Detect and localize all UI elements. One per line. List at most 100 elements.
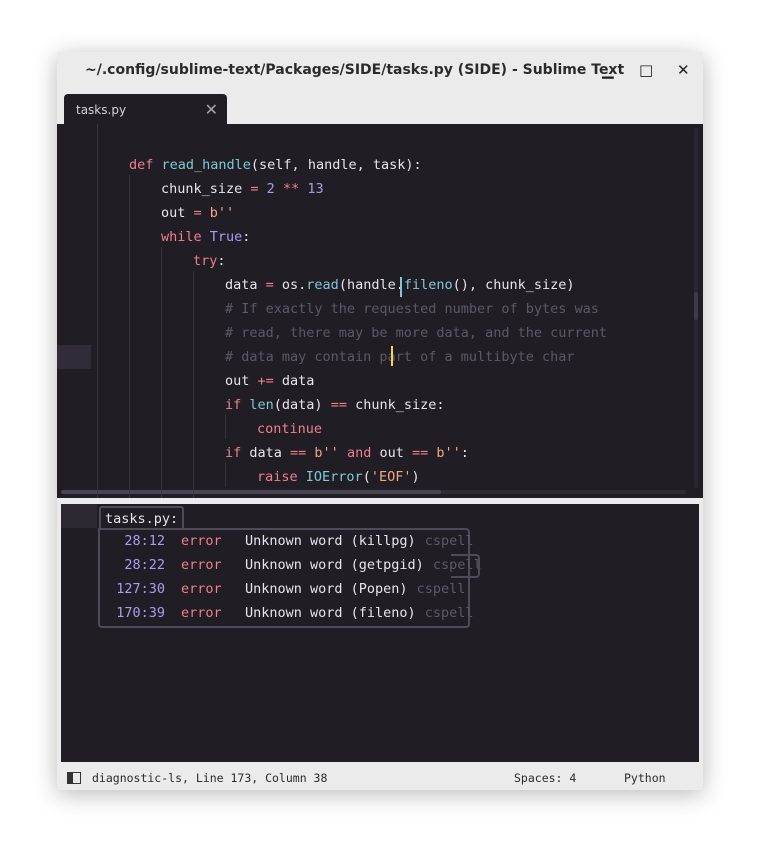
code-line[interactable]: # data may contain part of a multibyte c… <box>225 345 575 369</box>
code-token: IOError <box>305 469 363 485</box>
code-token: 13 <box>307 181 324 197</box>
code-token: os. <box>281 277 307 293</box>
code-token: : <box>242 229 251 245</box>
maximize-icon[interactable]: □ <box>639 62 653 78</box>
tab-close-icon[interactable]: ✕ <box>205 100 218 119</box>
diagnostic-severity: error <box>181 581 222 597</box>
code-line[interactable]: chunk_size = 2 ** 13 <box>161 177 324 201</box>
window-title: ~/.config/sublime-text/Packages/SIDE/tas… <box>85 62 625 78</box>
code-line[interactable]: if len(data) == chunk_size: <box>225 393 444 417</box>
code-token: if <box>225 445 250 461</box>
current-line-gutter <box>57 345 91 369</box>
code-line[interactable]: if data == b'' and out == b'': <box>225 441 469 465</box>
code-token: chunk_size: <box>355 397 445 413</box>
code-token: : <box>217 253 226 269</box>
code-token: == <box>411 445 437 461</box>
status-indentation[interactable]: Spaces: 4 <box>514 771 576 785</box>
code-token: = <box>265 277 282 293</box>
code-token: # If exactly the requested number of byt… <box>225 301 599 317</box>
code-token: chunk_size <box>161 181 251 197</box>
code-token: # read, there may be more data, and the … <box>225 325 608 341</box>
code-line[interactable]: out = b'' <box>161 201 234 225</box>
minimize-icon[interactable]: ▁ <box>602 62 614 78</box>
vertical-scrollbar-thumb[interactable] <box>694 292 698 320</box>
status-syntax[interactable]: Python <box>624 771 666 785</box>
code-token: len <box>249 397 274 413</box>
diagnostic-location: 28:12 <box>124 533 165 549</box>
title-bar[interactable]: ~/.config/sublime-text/Packages/SIDE/tas… <box>57 52 703 92</box>
code-line[interactable]: continue <box>257 417 322 441</box>
indent-guide <box>225 463 226 487</box>
indent-guide <box>97 124 98 498</box>
code-token: fileno <box>403 277 453 293</box>
diagnostic-row[interactable]: 28:22 error Unknown word (getpgid) cspell <box>111 553 481 577</box>
code-editor[interactable]: def read_handle(self, handle, task): chun… <box>57 124 703 498</box>
code-line[interactable]: try: <box>193 249 226 273</box>
diagnostic-location: 170:39 <box>116 605 165 621</box>
code-token: data <box>249 445 291 461</box>
code-line[interactable]: raise IOError('EOF') <box>257 465 420 489</box>
diagnostic-location: 28:22 <box>124 557 165 573</box>
panel-gutter-highlight <box>61 504 97 528</box>
diagnostics-file-label[interactable]: tasks.py: <box>99 506 185 530</box>
app-window: ~/.config/sublime-text/Packages/SIDE/tas… <box>57 52 703 790</box>
tab-tasks-py[interactable]: tasks.py ✕ <box>64 94 227 126</box>
code-token: # data may contain part of a multibyte c… <box>225 349 575 365</box>
code-token: data <box>281 373 315 389</box>
code-token: (), chunk_size) <box>452 277 575 293</box>
code-token: out <box>379 445 412 461</box>
diagnostic-row[interactable]: 28:12 error Unknown word (killpg) cspell <box>111 529 473 553</box>
diagnostic-source: cspell <box>424 533 474 549</box>
code-token: : <box>460 445 469 461</box>
indent-guide <box>161 247 162 498</box>
sidebar-toggle-icon[interactable] <box>67 772 81 784</box>
code-line[interactable]: # read, there may be more data, and the … <box>225 321 607 345</box>
diagnostic-severity: error <box>181 533 222 549</box>
diagnostic-source: cspell <box>416 581 466 597</box>
code-token: 2 <box>266 181 283 197</box>
code-token: ) <box>411 469 420 485</box>
code-token: def <box>129 157 162 173</box>
tab-bar: tasks.py ✕ <box>57 92 703 126</box>
code-line[interactable]: while True: <box>161 225 250 249</box>
text-cursor <box>400 277 402 297</box>
horizontal-scrollbar-thumb[interactable] <box>61 490 441 494</box>
diagnostic-message: Unknown word (Popen) <box>245 581 408 597</box>
code-token: ** <box>282 181 308 197</box>
diagnostic-severity: error <box>181 557 222 573</box>
status-bar: diagnostic-ls, Line 173, Column 38 Space… <box>57 764 703 790</box>
code-line[interactable]: def read_handle(self, handle, task): <box>129 153 422 177</box>
diagnostic-message: Unknown word (getpgid) <box>245 557 424 573</box>
code-token: True <box>209 229 243 245</box>
diagnostic-row[interactable]: 170:39 error Unknown word (fileno) cspell <box>111 601 473 625</box>
code-line[interactable]: out += data <box>225 369 314 393</box>
diagnostic-message: Unknown word (fileno) <box>245 605 416 621</box>
code-token: out <box>225 373 258 389</box>
code-token: (data) <box>273 397 331 413</box>
code-token: (self, handle, task): <box>250 157 422 173</box>
code-token: while <box>161 229 210 245</box>
code-token: b'' <box>436 445 461 461</box>
diagnostic-source: cspell <box>424 605 474 621</box>
close-icon[interactable]: ✕ <box>677 62 690 78</box>
diagnostic-severity: error <box>181 605 222 621</box>
indent-guide <box>129 175 130 498</box>
diagnostic-message: Unknown word (killpg) <box>245 533 416 549</box>
code-token: 'EOF' <box>370 469 412 485</box>
diagnostic-location: 127:30 <box>116 581 165 597</box>
tab-label: tasks.py <box>76 103 127 117</box>
code-token: continue <box>257 421 323 437</box>
diagnostic-row[interactable]: 127:30 error Unknown word (Popen) cspell <box>111 577 465 601</box>
indent-guide <box>225 415 226 439</box>
code-token: = <box>193 205 210 221</box>
code-token: == <box>290 445 315 461</box>
code-token: ( <box>362 469 371 485</box>
code-token: raise <box>257 469 306 485</box>
diagnostics-panel[interactable]: tasks.py: 28:12 error Unknown word (killpg… <box>61 504 699 762</box>
code-line[interactable]: # If exactly the requested number of byt… <box>225 297 599 321</box>
code-token: b'' <box>209 205 235 221</box>
code-token: try <box>193 253 218 269</box>
text-cursor <box>391 346 393 366</box>
code-token: read_handle <box>161 157 251 173</box>
code-token: b'' <box>314 445 347 461</box>
